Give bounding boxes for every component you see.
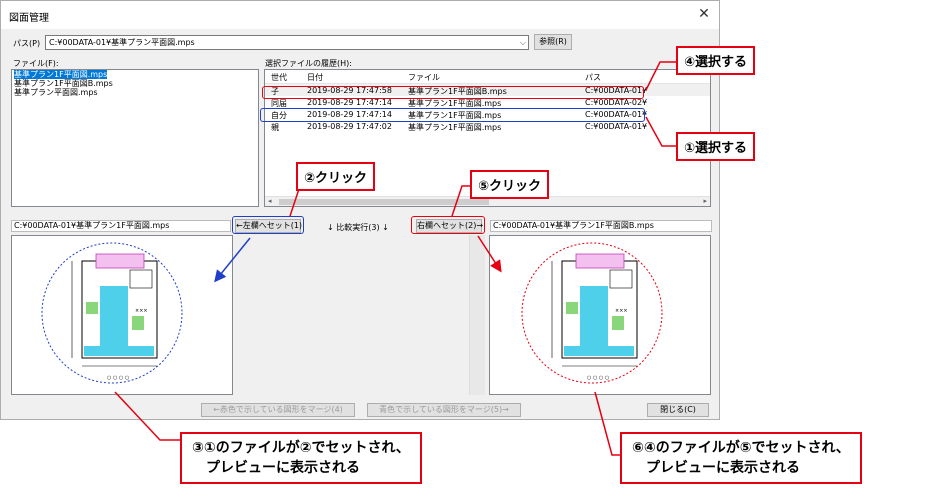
callout-step5: ⑤クリック [470,170,550,199]
callout-step3-line2: プレビューに表示される [206,460,360,476]
callout-step6-line2: プレビューに表示される [646,460,800,476]
callout-step3: ③①のファイルが②でセットされ、 プレビューに表示される [180,432,422,484]
callout-step2: ②クリック [296,162,376,191]
callout-step6: ⑥④のファイルが⑤でセットされ、 プレビューに表示される [620,432,862,484]
callout-step4: ④選択する [676,46,756,75]
callout-step6-line1: ⑥④のファイルが⑤でセットされ、 [632,440,850,456]
callout-step3-line1: ③①のファイルが②でセットされ、 [192,440,410,456]
annotation-arrows [114,61,676,456]
callout-step1: ①選択する [676,132,756,161]
